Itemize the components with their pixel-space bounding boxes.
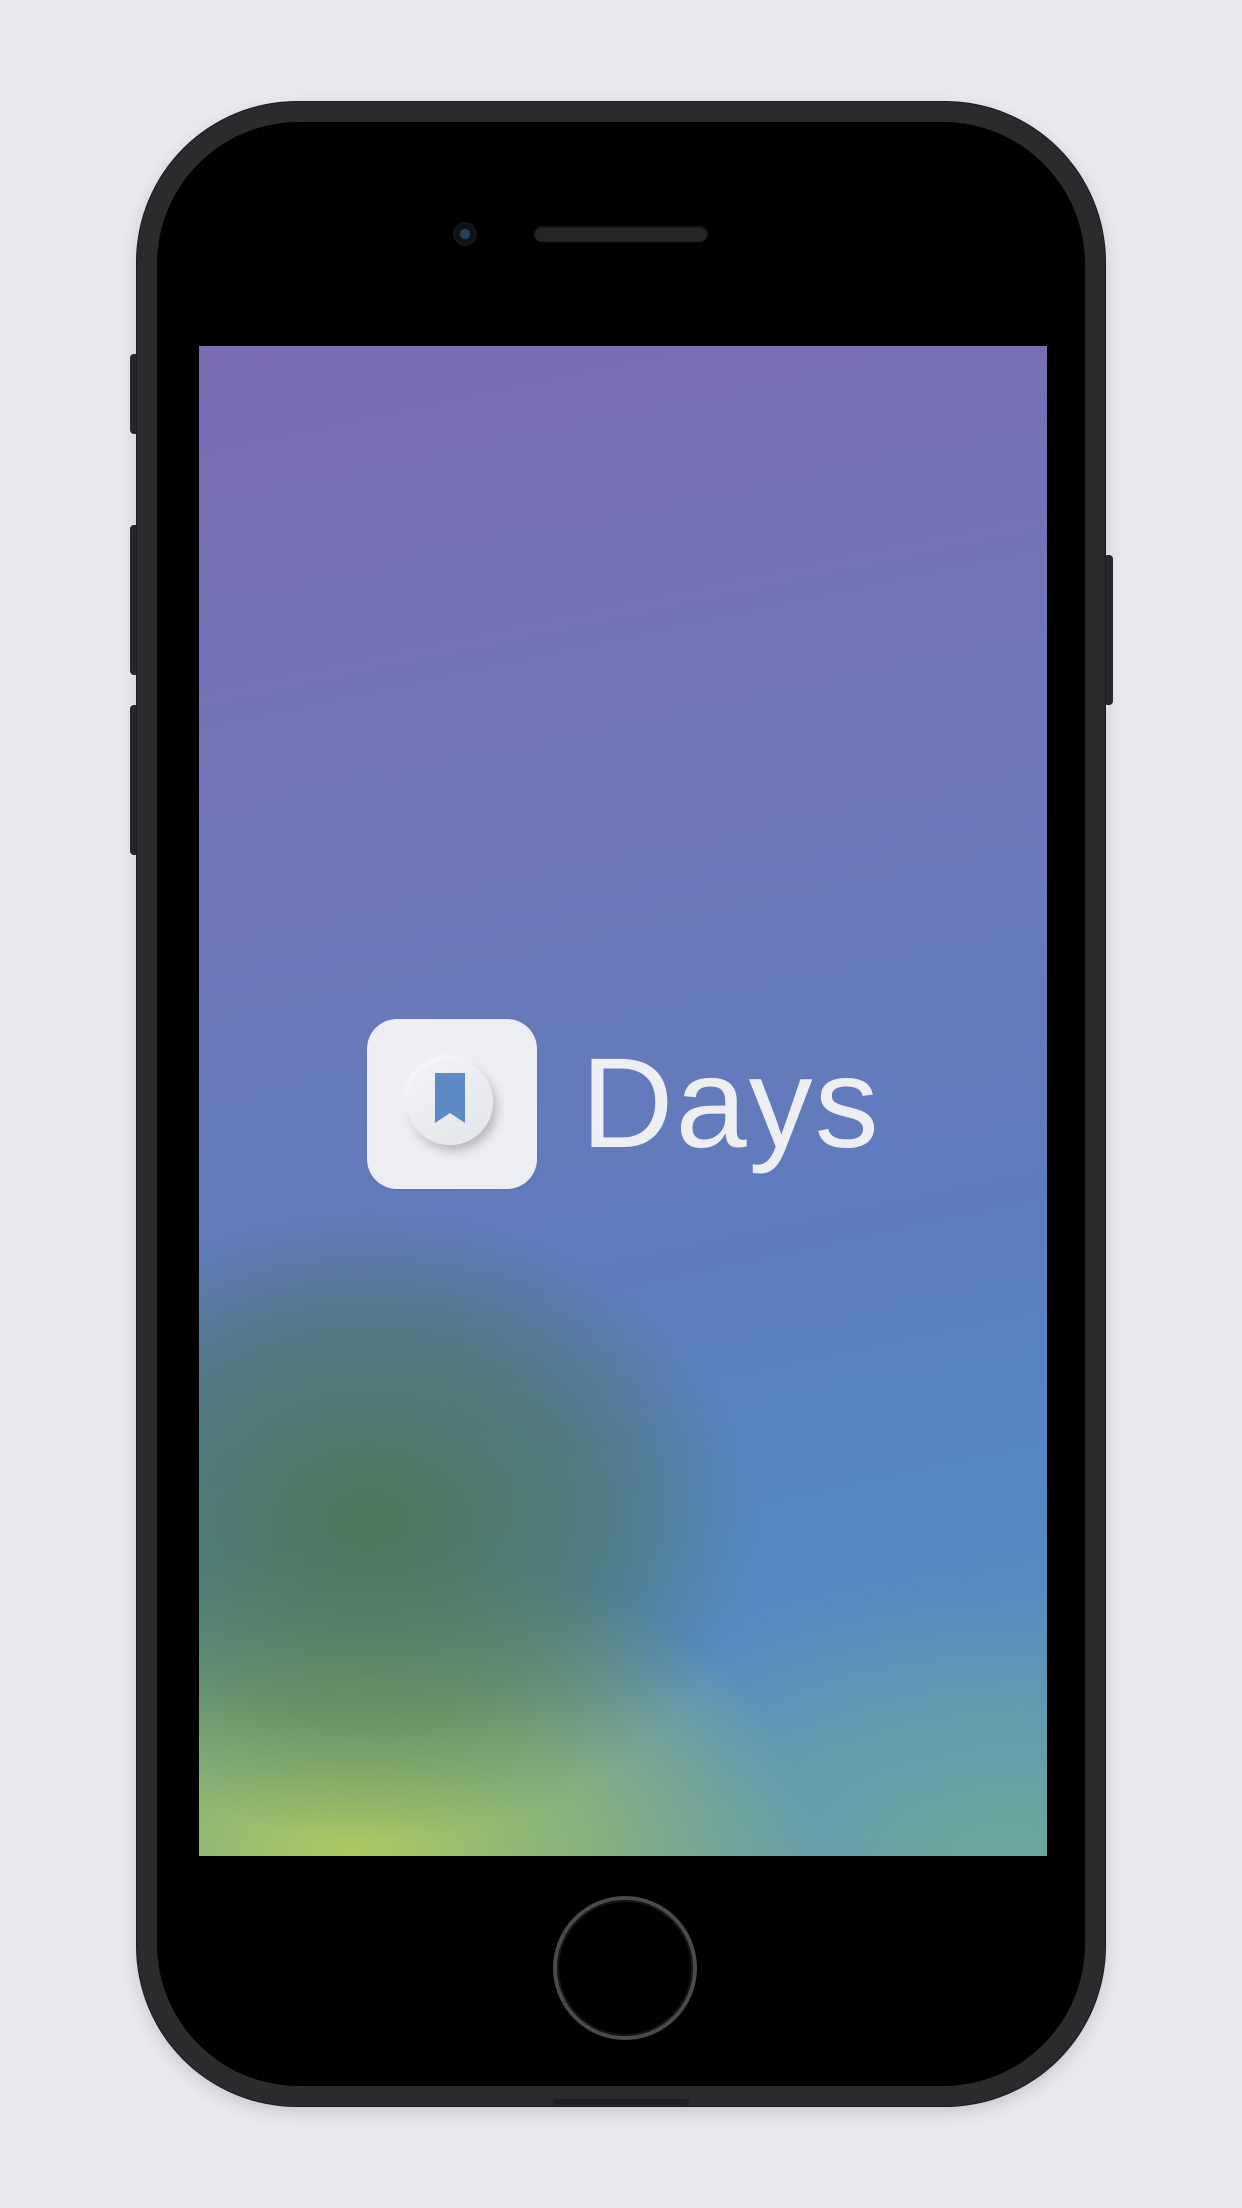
bookmark-icon [435,1073,465,1123]
earpiece-speaker [534,226,708,242]
home-button[interactable] [557,1900,693,2036]
app-icon [367,1019,537,1189]
front-camera [453,222,477,246]
mockup-stage: Days [0,0,1242,2208]
phone-screen: Days [195,342,1051,1860]
lightning-port [553,2099,689,2105]
app-icon-circle [407,1059,493,1145]
power-button [1104,555,1113,705]
app-name: Days [581,1032,881,1175]
app-logo-lockup: Days [367,1018,881,1190]
splash-screen: Days [199,346,1047,1856]
